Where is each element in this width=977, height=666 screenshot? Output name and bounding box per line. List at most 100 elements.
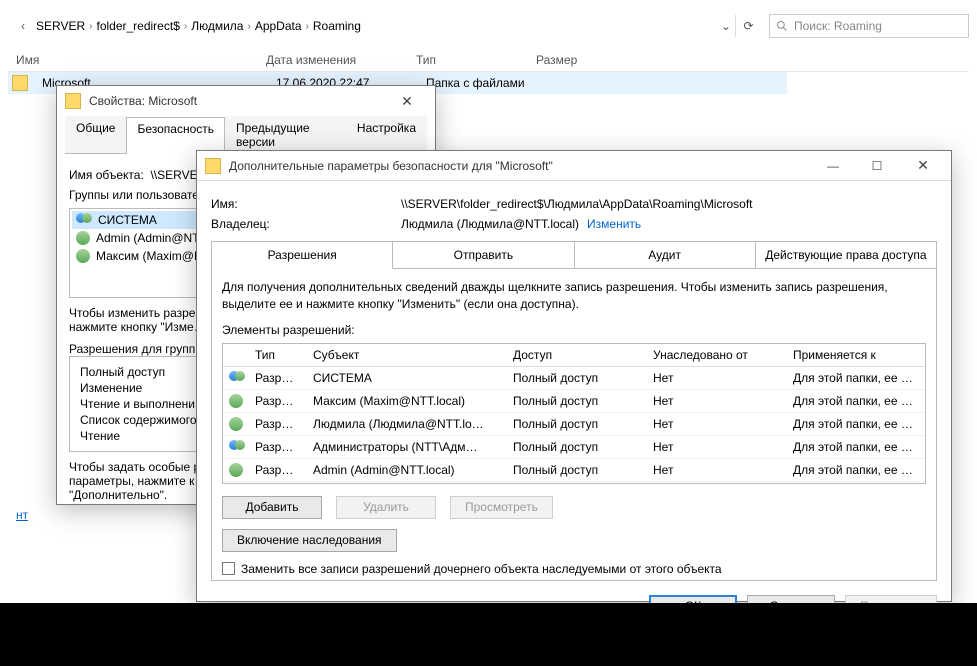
name-value: \\SERVER\folder_redirect$\Людмила\AppDat… [401, 197, 753, 211]
minimize-icon[interactable]: — [815, 159, 851, 173]
cell: Полный доступ [507, 390, 647, 412]
table-row[interactable]: Разр…Администраторы (NTT\Адм…Полный дост… [223, 436, 925, 459]
col-access[interactable]: Доступ [507, 344, 647, 366]
tab-security[interactable]: Безопасность [126, 117, 225, 154]
cell: Разр… [249, 390, 307, 412]
user-icon [223, 413, 249, 435]
tab-audit[interactable]: Аудит [575, 242, 756, 269]
table-header: Тип Субъект Доступ Унаследовано от Приме… [223, 344, 925, 367]
cell: Полный доступ [507, 367, 647, 389]
checkbox-icon[interactable] [222, 562, 235, 575]
table-row[interactable]: Разр…Людмила (Людмила@NTT.lo…Полный дост… [223, 413, 925, 436]
cell: Людмила (Людмила@NTT.lo… [307, 413, 507, 435]
cell: Максим (Maxim@NTT.local) [307, 390, 507, 412]
properties-title: Свойства: Microsoft [89, 94, 379, 108]
cell: Разр… [249, 413, 307, 435]
cell: Для этой папки, ее подпапок … [787, 367, 925, 389]
advanced-titlebar[interactable]: Дополнительные параметры безопасности дл… [197, 151, 951, 181]
cell: Нет [647, 459, 787, 481]
owner-label: Владелец: [211, 217, 401, 231]
object-name-label: Имя объекта: [69, 168, 144, 182]
enable-inheritance-button[interactable]: Включение наследования [222, 529, 397, 552]
user-icon [223, 459, 249, 481]
breadcrumb-item[interactable]: Людмила [191, 19, 243, 33]
breadcrumb[interactable]: ‹ SERVER› folder_redirect$› Людмила› App… [8, 19, 717, 33]
cell: Для этой папки, ее подпапок … [787, 390, 925, 412]
cell: Разр… [249, 367, 307, 389]
tab-previous-versions[interactable]: Предыдущие версии [225, 116, 346, 153]
table-row[interactable]: Разр…Максим (Maxim@NTT.local)Полный дост… [223, 390, 925, 413]
cell: Полный доступ [507, 436, 647, 458]
taskbar-area [0, 603, 977, 666]
change-owner-link[interactable]: Изменить [587, 217, 641, 231]
refresh-icon[interactable]: ⟳ [735, 15, 761, 37]
elements-label: Элементы разрешений: [222, 323, 926, 337]
group-icon [76, 213, 92, 227]
col-date[interactable]: Дата изменения [258, 50, 408, 71]
col-type[interactable]: Тип [408, 50, 528, 71]
tab-customize[interactable]: Настройка [346, 116, 427, 153]
table-row[interactable]: Разр…СИСТЕМАПолный доступНетДля этой пап… [223, 367, 925, 390]
col-inherited[interactable]: Унаследовано от [647, 344, 787, 366]
replace-checkbox-row[interactable]: Заменить все записи разрешений дочернего… [222, 562, 926, 576]
search-icon [776, 20, 788, 32]
maximize-icon[interactable]: ☐ [859, 159, 895, 173]
cell: СИСТЕМА [307, 367, 507, 389]
view-button[interactable]: Просмотреть [450, 496, 553, 519]
cell: Разр… [249, 459, 307, 481]
tab-general[interactable]: Общие [65, 116, 126, 153]
info-text: Для получения дополнительных сведений дв… [222, 279, 926, 313]
search-input[interactable]: Поиск: Roaming [769, 14, 969, 38]
col-applies[interactable]: Применяется к [787, 344, 925, 366]
cell: Полный доступ [507, 459, 647, 481]
tab-share[interactable]: Отправить [393, 242, 574, 269]
breadcrumb-dropdown-icon[interactable]: ⌄ [717, 19, 735, 33]
close-icon[interactable]: ✕ [387, 93, 427, 110]
cell: Для этой папки, ее подпапок … [787, 413, 925, 435]
breadcrumb-item[interactable]: folder_redirect$ [96, 19, 179, 33]
col-name[interactable]: Имя [8, 50, 258, 71]
folder-icon [12, 75, 28, 91]
truncated-link[interactable]: нт [16, 508, 28, 522]
advanced-security-dialog: Дополнительные параметры безопасности дл… [196, 150, 952, 602]
properties-tabs: Общие Безопасность Предыдущие версии Нас… [65, 116, 427, 154]
advanced-title: Дополнительные параметры безопасности дл… [229, 159, 807, 173]
add-button[interactable]: Добавить [222, 496, 322, 519]
cell: Нет [647, 436, 787, 458]
breadcrumb-item[interactable]: SERVER [36, 19, 85, 33]
cell: Нет [647, 367, 787, 389]
cell: Для этой папки, ее подпапок … [787, 459, 925, 481]
col-subject[interactable]: Субъект [307, 344, 507, 366]
tab-effective-access[interactable]: Действующие права доступа [756, 242, 936, 269]
breadcrumb-item[interactable]: AppData [255, 19, 302, 33]
name-label: Имя: [211, 197, 401, 211]
cell: Нет [647, 390, 787, 412]
permissions-table[interactable]: Тип Субъект Доступ Унаследовано от Приме… [222, 343, 926, 484]
user-icon [76, 249, 90, 263]
table-row[interactable]: Разр…Admin (Admin@NTT.local)Полный досту… [223, 459, 925, 482]
breadcrumb-item[interactable]: Roaming [313, 19, 361, 33]
replace-checkbox-label: Заменить все записи разрешений дочернего… [241, 562, 722, 576]
col-size[interactable]: Размер [528, 50, 608, 71]
tab-permissions[interactable]: Разрешения [212, 242, 393, 269]
file-list-header: Имя Дата изменения Тип Размер [8, 50, 969, 72]
user-icon [76, 231, 90, 245]
address-bar: ‹ SERVER› folder_redirect$› Людмила› App… [8, 14, 969, 38]
properties-titlebar[interactable]: Свойства: Microsoft ✕ [57, 86, 435, 116]
close-icon[interactable]: ✕ [903, 157, 943, 174]
col-type[interactable]: Тип [249, 344, 307, 366]
group-icon [223, 436, 249, 458]
cell: Администраторы (NTT\Адм… [307, 436, 507, 458]
cell: Разр… [249, 436, 307, 458]
cell: Полный доступ [507, 413, 647, 435]
nav-back-icon[interactable]: ‹ [14, 19, 32, 33]
remove-button[interactable]: Удалить [336, 496, 436, 519]
folder-icon [205, 158, 221, 174]
owner-value: Людмила (Людмила@NTT.local) [401, 217, 579, 231]
cell: Нет [647, 413, 787, 435]
folder-icon [65, 93, 81, 109]
cell: Для этой папки, ее подпапок … [787, 436, 925, 458]
file-type: Папка с файлами [418, 76, 538, 90]
cell: Admin (Admin@NTT.local) [307, 459, 507, 481]
search-placeholder: Поиск: Roaming [794, 19, 882, 33]
